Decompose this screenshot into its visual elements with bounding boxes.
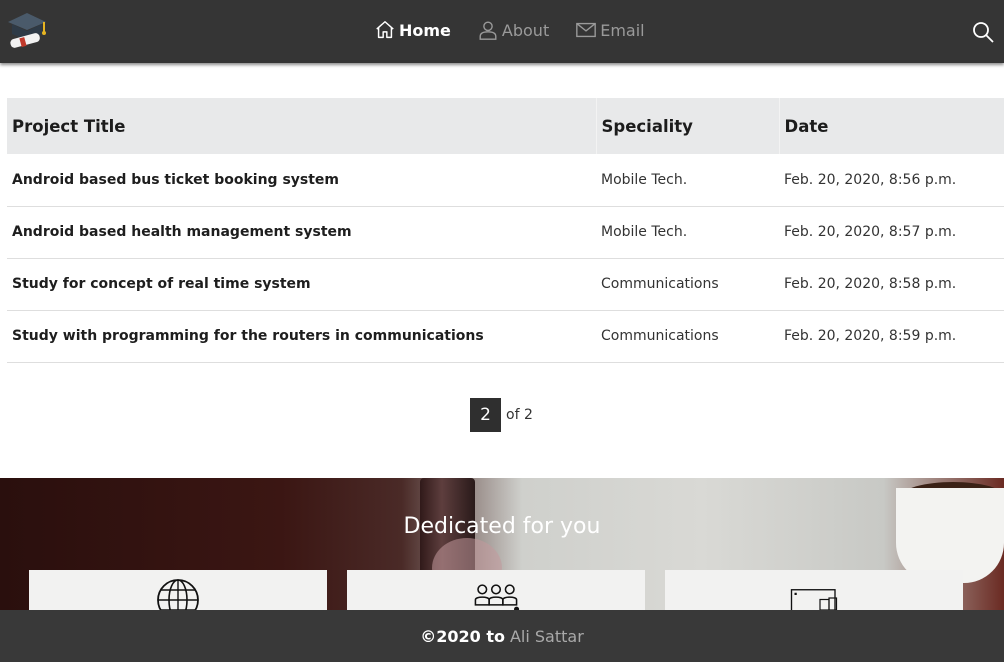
nav-email-label: Email <box>600 20 645 40</box>
copyright-text: ©2020 to <box>420 626 505 646</box>
table-row[interactable]: Study for concept of real time system Co… <box>7 258 1004 311</box>
top-navbar: Home About Email <box>0 0 1004 63</box>
search-icon <box>973 22 994 43</box>
date-cell: Feb. 20, 2020, 8:58 p.m. <box>779 258 1004 311</box>
current-page-button[interactable]: 2 <box>470 398 501 432</box>
pagination: 2 of 2 <box>470 398 533 432</box>
section-title: Dedicated for you <box>403 514 601 539</box>
project-title-cell[interactable]: Study for concept of real time system <box>7 258 596 311</box>
speciality-cell: Communications <box>596 258 779 311</box>
project-title-cell[interactable]: Android based bus ticket booking system <box>7 154 596 207</box>
home-icon <box>376 21 394 39</box>
author-link[interactable]: Ali Sattar <box>510 627 584 646</box>
nav-email[interactable]: Email <box>575 19 645 41</box>
main-nav: Home About Email <box>374 17 671 43</box>
table-row[interactable]: Android based health management system M… <box>7 206 1004 259</box>
table-header-row: Project Title Speciality Date <box>7 98 1004 154</box>
speciality-cell: Communications <box>596 310 779 363</box>
date-cell: Feb. 20, 2020, 8:59 p.m. <box>779 310 1004 363</box>
project-title-cell[interactable]: Study with programming for the routers i… <box>7 310 596 363</box>
date-cell: Feb. 20, 2020, 8:57 p.m. <box>779 206 1004 259</box>
project-title-cell[interactable]: Android based health management system <box>7 206 596 259</box>
projects-table-container: Project Title Speciality Date Android ba… <box>7 98 1004 363</box>
graduation-cap-logo[interactable] <box>6 10 50 52</box>
speciality-cell: Mobile Tech. <box>596 154 779 207</box>
table-row[interactable]: Android based bus ticket booking system … <box>7 154 1004 207</box>
nav-about-label: About <box>501 20 550 40</box>
header-speciality: Speciality <box>596 98 780 154</box>
nav-home-label: Home <box>399 20 451 40</box>
table-row[interactable]: Study with programming for the routers i… <box>7 310 1004 363</box>
header-date: Date <box>779 98 1004 154</box>
speciality-cell: Mobile Tech. <box>596 206 779 259</box>
nav-home[interactable]: Home <box>374 19 451 41</box>
search-button[interactable] <box>971 20 995 44</box>
header-project-title: Project Title <box>7 98 597 154</box>
date-cell: Feb. 20, 2020, 8:56 p.m. <box>779 154 1004 207</box>
page-count-label: of 2 <box>506 407 533 423</box>
envelope-icon <box>576 22 597 38</box>
projects-table: Project Title Speciality Date Android ba… <box>7 98 1004 363</box>
footer: ©2020 to Ali Sattar <box>0 610 1004 662</box>
nav-about[interactable]: About <box>477 19 549 41</box>
user-icon <box>479 21 497 40</box>
